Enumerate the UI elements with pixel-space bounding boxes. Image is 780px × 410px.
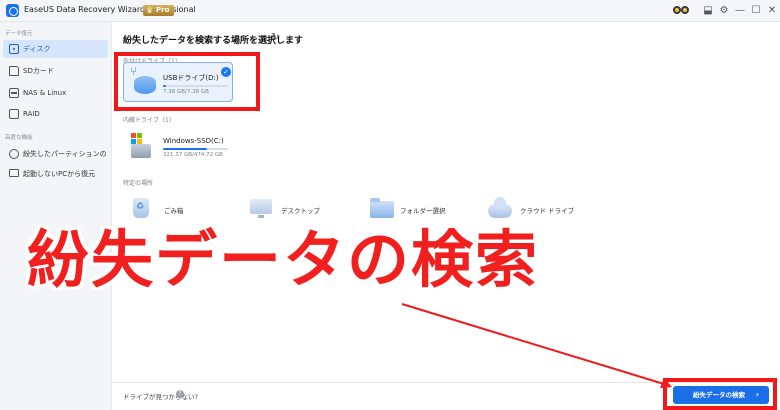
overlay-caption: 紛失データの検索: [27, 223, 540, 296]
app-window: EaseUS Data Recovery Wizard Professional…: [0, 0, 780, 410]
annotation-arrow: [401, 303, 672, 388]
highlight-box-scan: [663, 378, 777, 410]
